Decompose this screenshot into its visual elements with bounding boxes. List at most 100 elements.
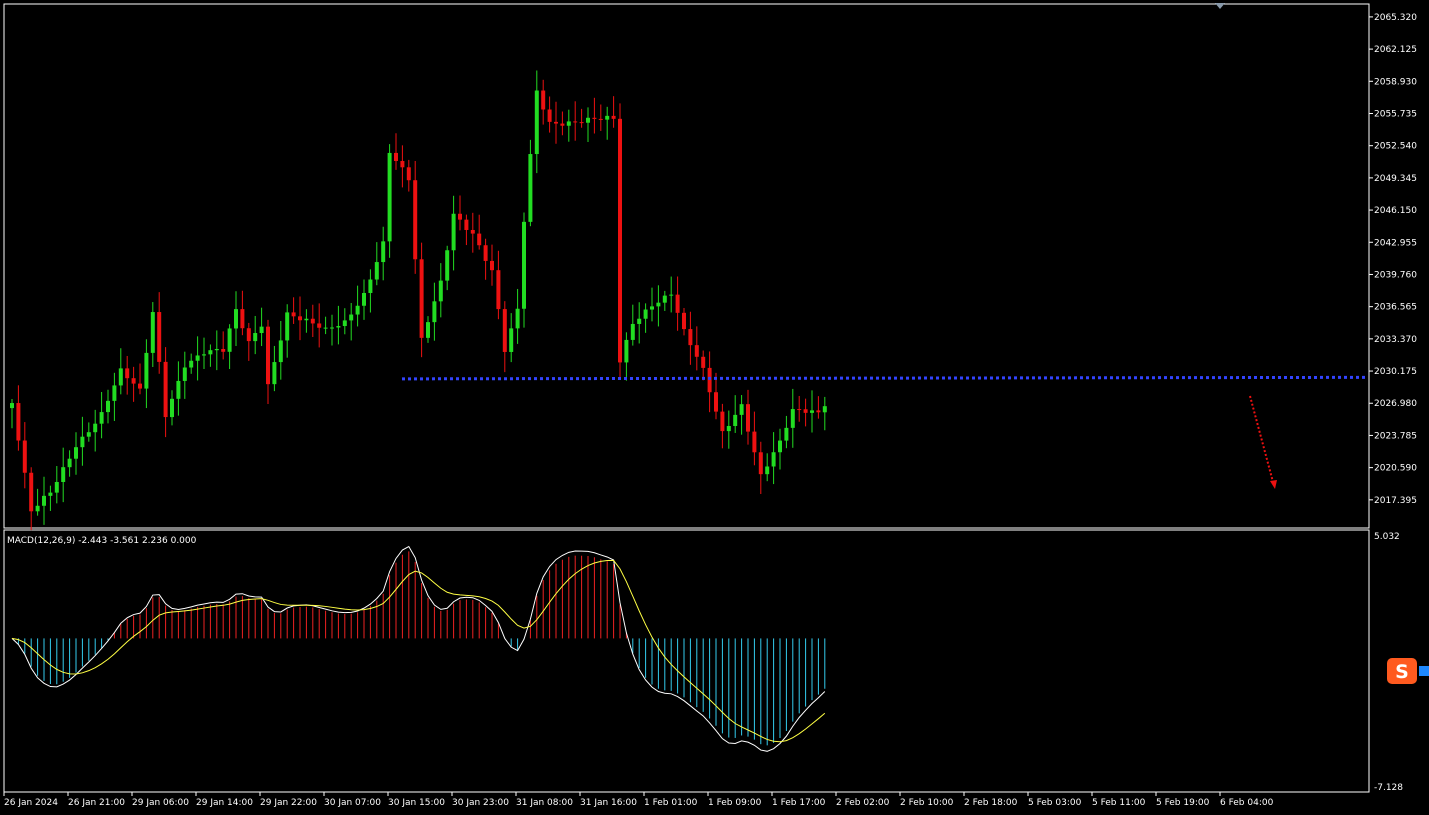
- candle: [61, 447, 66, 503]
- candle: [707, 351, 712, 413]
- candle: [118, 348, 123, 395]
- time-tick-label: 1 Feb 09:00: [708, 798, 762, 808]
- candle: [464, 214, 469, 246]
- candle: [797, 395, 802, 422]
- candle: [240, 290, 245, 336]
- time-tick-label: 29 Jan 22:00: [260, 798, 317, 808]
- candle: [656, 285, 661, 327]
- time-tick-label: 2 Feb 18:00: [964, 798, 1018, 808]
- candle: [67, 450, 72, 477]
- candle: [592, 97, 597, 134]
- candle: [739, 395, 744, 435]
- candle: [490, 244, 494, 286]
- candle: [317, 303, 322, 348]
- candle: [48, 485, 53, 511]
- candle: [182, 351, 187, 399]
- chart-frames: [3, 3, 1370, 793]
- candle: [586, 107, 590, 143]
- candle: [451, 195, 456, 271]
- candle: [669, 276, 674, 313]
- candle: [541, 79, 546, 125]
- candle: [694, 326, 699, 371]
- candle: [138, 363, 142, 395]
- candle: [131, 366, 136, 402]
- candle: [419, 242, 424, 358]
- candle: [246, 322, 251, 361]
- candle: [29, 467, 34, 531]
- price-tick-label: 2062.125: [1374, 45, 1417, 55]
- candle: [35, 488, 40, 516]
- candle: [368, 269, 373, 313]
- time-tick-label: 29 Jan 14:00: [196, 798, 253, 808]
- candle: [291, 297, 296, 324]
- candle: [298, 296, 302, 341]
- candle: [675, 276, 680, 331]
- candle: [227, 324, 232, 370]
- candle: [16, 385, 21, 451]
- candle: [394, 133, 398, 170]
- support-level-line: [401, 375, 1368, 381]
- price-axis: 2065.320 2062.125 2058.930 2055.735 2052.540…: [1369, 13, 1417, 506]
- candle: [355, 285, 360, 327]
- time-tick-label: 1 Feb 01:00: [644, 798, 698, 808]
- candle: [573, 101, 578, 141]
- candle: [234, 291, 238, 347]
- price-tick-label: 2026.980: [1374, 399, 1417, 409]
- time-tick-label: 26 Jan 21:00: [68, 798, 125, 808]
- candle: [195, 336, 200, 381]
- price-tick-label: 2036.565: [1374, 303, 1417, 313]
- candle: [413, 161, 418, 274]
- candle: [125, 355, 130, 395]
- price-tick-label: 2033.370: [1374, 335, 1417, 345]
- price-tick-label: 2052.540: [1374, 142, 1417, 152]
- candles-layer: [10, 70, 827, 531]
- candle: [682, 308, 686, 336]
- candle: [400, 145, 405, 188]
- candle: [688, 311, 693, 365]
- macd-panel-frame: [3, 529, 1370, 793]
- candle: [733, 395, 738, 433]
- candle: [323, 316, 328, 335]
- candle: [349, 302, 354, 341]
- candle: [10, 399, 14, 429]
- candle: [80, 416, 85, 466]
- price-tick-label: 2020.590: [1374, 464, 1417, 474]
- candle: [758, 441, 763, 494]
- candle: [611, 96, 616, 128]
- candle: [822, 396, 827, 431]
- candle: [566, 109, 571, 142]
- price-tick-label: 2046.150: [1374, 206, 1417, 216]
- candle: [547, 96, 552, 133]
- price-tick-label: 2042.955: [1374, 238, 1417, 248]
- candle: [746, 389, 750, 445]
- price-tick-label: 2058.930: [1374, 77, 1417, 87]
- time-tick-label: 26 Jan 2024: [4, 798, 58, 808]
- price-tick-label: 2055.735: [1374, 109, 1417, 119]
- candle: [509, 313, 514, 363]
- candle: [208, 344, 213, 367]
- candle: [112, 372, 117, 421]
- candle: [189, 353, 194, 374]
- candle: [22, 422, 27, 489]
- candle: [278, 320, 283, 380]
- candle: [432, 282, 437, 341]
- candle: [630, 304, 635, 346]
- chart-shift-marker[interactable]: [1214, 2, 1226, 10]
- candle: [106, 389, 110, 424]
- candle: [272, 345, 277, 392]
- candle: [470, 212, 475, 253]
- candle: [790, 388, 795, 448]
- price-chart: 2065.320 2062.125 2058.930 2055.735 2052.540…: [3, 3, 1417, 808]
- candle: [330, 314, 334, 346]
- candle: [554, 101, 558, 144]
- price-tick-label: 2065.320: [1374, 13, 1417, 23]
- candle: [381, 226, 386, 281]
- candle: [74, 432, 78, 475]
- candle: [266, 319, 270, 404]
- time-tick-label: 5 Feb 19:00: [1156, 798, 1210, 808]
- price-tick-label: 2023.785: [1374, 431, 1417, 441]
- time-tick-label: 5 Feb 03:00: [1028, 798, 1082, 808]
- time-axis: 26 Jan 2024 26 Jan 21:00 29 Jan 06:00 29 Ja…: [3, 792, 1274, 808]
- time-tick-label: 29 Jan 06:00: [132, 798, 189, 808]
- candle: [310, 304, 315, 337]
